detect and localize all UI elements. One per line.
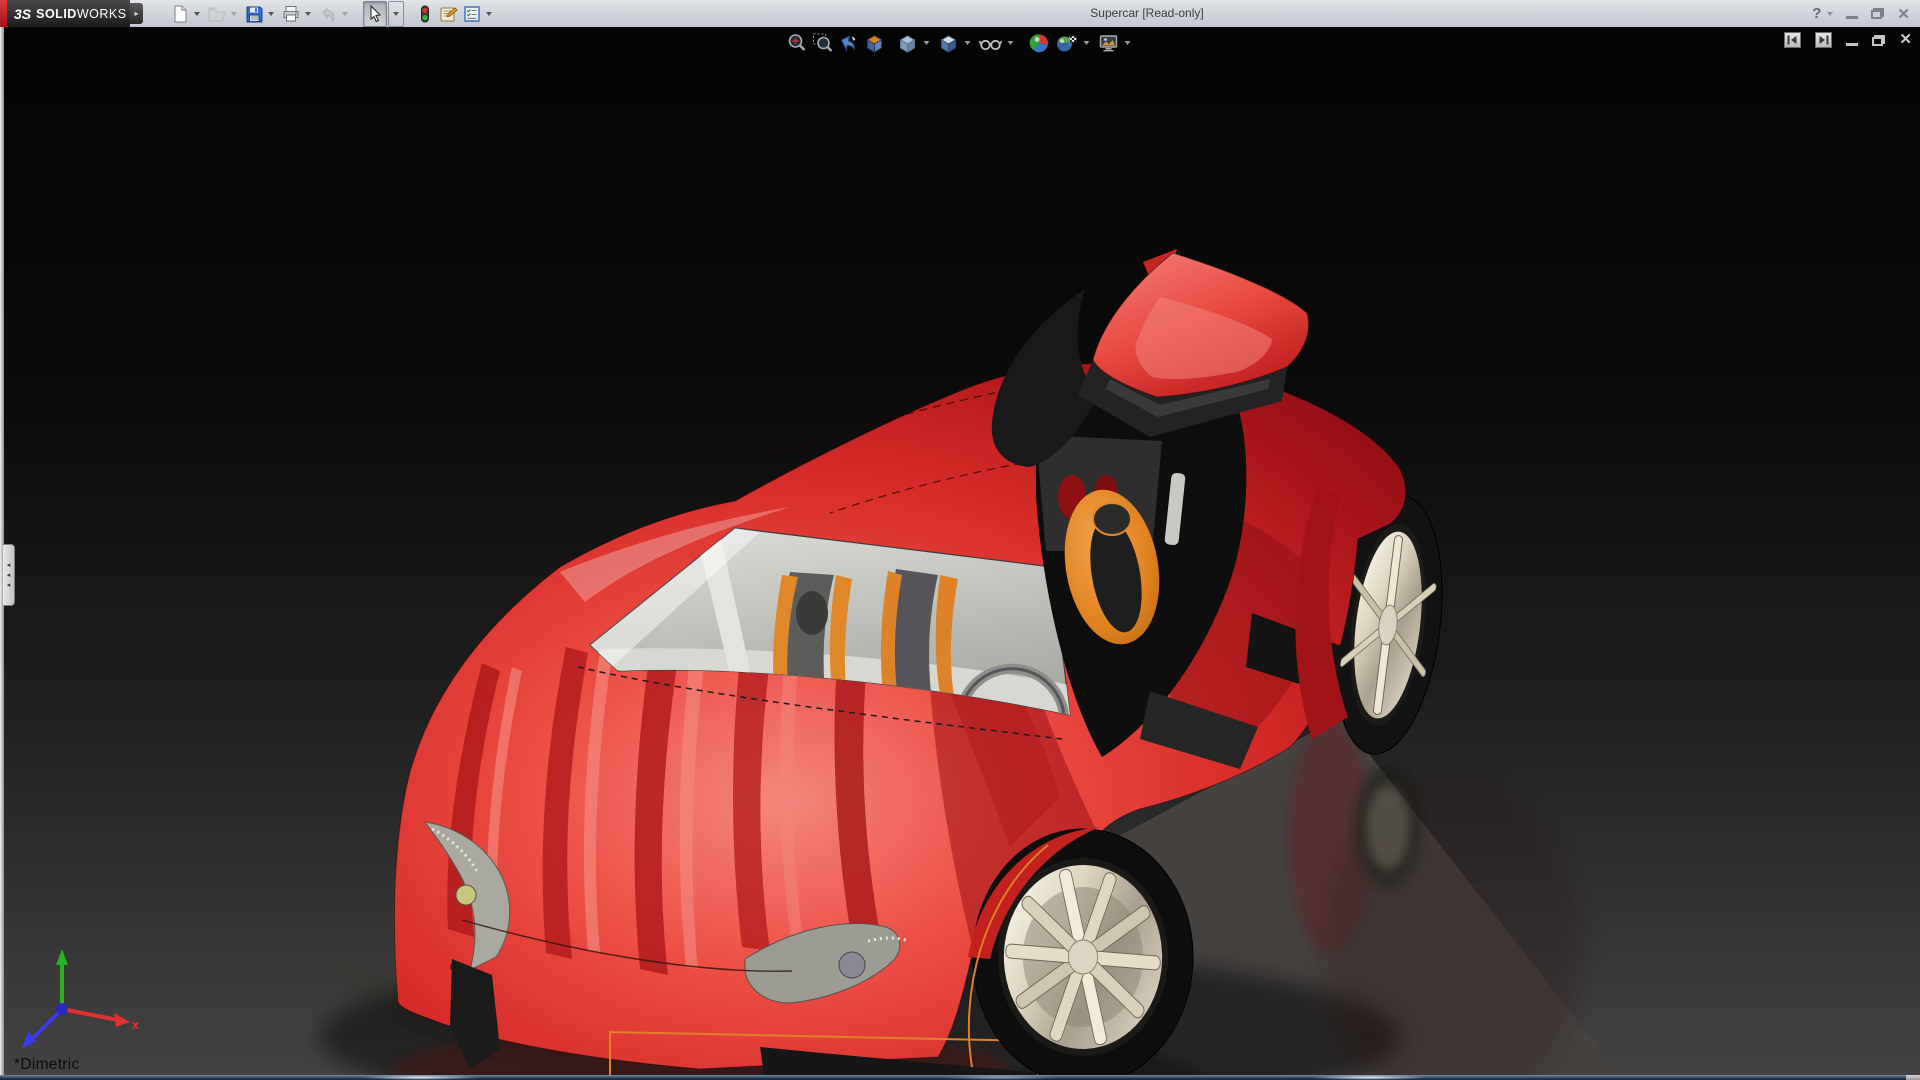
chevron-down-icon[interactable] — [268, 11, 274, 16]
chevron-down-icon[interactable] — [393, 11, 399, 16]
chevron-down-icon[interactable] — [964, 41, 971, 45]
appearance-sphere-icon — [1029, 34, 1048, 53]
chevron-down-icon — [231, 11, 237, 16]
notebook-pencil-icon — [440, 6, 458, 21]
print-button[interactable] — [279, 1, 316, 27]
section-view-button[interactable] — [862, 31, 888, 55]
window-controls: ? ✕ — [1812, 0, 1910, 27]
graphics-viewport[interactable]: ✕ ◂ ◂ ◂ x *Dimetric — [0, 27, 1920, 1075]
checklist-icon — [464, 5, 480, 22]
chevron-down-icon[interactable] — [923, 41, 930, 45]
view-cube-icon — [899, 35, 916, 53]
display-style-icon — [940, 35, 957, 53]
view-settings-button[interactable] — [1096, 31, 1137, 55]
design-binder-button[interactable] — [436, 1, 460, 27]
chevron-down-icon[interactable] — [1827, 11, 1834, 16]
x-axis-label: x — [132, 1017, 140, 1032]
pane-right-button[interactable] — [1815, 32, 1833, 48]
z-axis-arrow — [22, 1031, 36, 1049]
apply-scene-button[interactable] — [1053, 31, 1096, 55]
chevron-down-icon[interactable] — [1124, 41, 1131, 45]
section-view-icon — [866, 35, 883, 53]
previous-view-button[interactable] — [836, 31, 862, 55]
zoom-to-fit-button[interactable] — [784, 31, 810, 55]
close-button[interactable]: ✕ — [1897, 5, 1910, 23]
edit-appearance-button[interactable] — [1027, 31, 1053, 55]
select-dropdown[interactable] — [388, 0, 404, 27]
zoom-area-icon — [813, 33, 833, 52]
save-button[interactable] — [242, 1, 279, 27]
view-settings-icon — [1099, 35, 1118, 52]
triangle-left-icon: ◂ — [6, 561, 11, 569]
brand-name: SOLIDWORKS — [36, 6, 127, 21]
taskbar-glow — [940, 1075, 1060, 1080]
display-style-button[interactable] — [936, 31, 977, 55]
reference-triad: x — [22, 949, 140, 1049]
title-bar: 3S SOLIDWORKS ▸ Supercar [Read-only] ? ✕ — [0, 0, 1920, 28]
minimize-button[interactable] — [1846, 16, 1859, 19]
doc-minimize-button[interactable] — [1846, 42, 1859, 46]
triangle-left-icon: ◂ — [6, 581, 11, 589]
eyeglasses-icon — [978, 39, 1003, 51]
pane-expand-right-icon — [1819, 35, 1829, 45]
chevron-down-icon[interactable] — [1007, 41, 1014, 45]
x-axis-arrow — [114, 1013, 130, 1027]
pane-collapse-left-icon — [1787, 35, 1797, 45]
document-window-controls: ✕ — [1784, 32, 1912, 48]
3ds-logo-icon: 3S — [14, 5, 32, 22]
new-button[interactable] — [168, 1, 205, 27]
options-button[interactable] — [460, 1, 497, 27]
selection-filter-button[interactable] — [414, 1, 436, 27]
scene-sphere-flag-icon — [1057, 35, 1077, 52]
taskbar-edge — [0, 1075, 1920, 1080]
resize-grip[interactable] — [1906, 1075, 1920, 1080]
undo-arrow-icon — [322, 6, 335, 22]
hide-show-items-button[interactable] — [977, 31, 1020, 55]
taskbar-glow — [1310, 1075, 1430, 1080]
pane-left-button[interactable] — [1784, 32, 1802, 48]
cursor-arrow-icon — [370, 4, 382, 22]
doc-restore-button[interactable] — [1872, 34, 1886, 46]
chevron-down-icon[interactable] — [305, 11, 311, 16]
new-document-icon — [174, 5, 187, 22]
help-button[interactable]: ? — [1812, 5, 1821, 22]
view-orientation-label: *Dimetric — [14, 1056, 80, 1073]
save-floppy-icon — [246, 6, 263, 22]
panel-expander-tab[interactable]: ◂ ◂ ◂ — [3, 544, 15, 606]
document-title: Supercar [Read-only] — [1090, 6, 1204, 20]
solidworks-logo: 3S SOLIDWORKS — [0, 0, 130, 27]
standard-toolbar — [168, 0, 497, 27]
printer-icon — [283, 5, 299, 21]
open-folder-icon — [208, 7, 226, 21]
view-orientation-button[interactable] — [895, 31, 936, 55]
logo-red-stripe — [0, 0, 7, 27]
y-axis-arrow — [56, 949, 68, 965]
restore-button[interactable] — [1871, 8, 1885, 19]
chevron-down-icon[interactable] — [486, 11, 492, 16]
previous-view-icon — [840, 35, 856, 52]
supercar-3d-model[interactable] — [0, 27, 1920, 1075]
select-button[interactable] — [363, 0, 387, 27]
chevron-down-icon[interactable] — [1083, 41, 1090, 45]
headsup-view-toolbar — [784, 30, 1137, 56]
triangle-left-icon: ◂ — [6, 571, 11, 579]
zoom-fit-icon — [788, 34, 806, 51]
solidworks-window: 3S SOLIDWORKS ▸ Supercar [Read-only] ? ✕… — [0, 0, 1920, 1080]
undo-button[interactable] — [316, 1, 353, 27]
traffic-light-icon — [421, 5, 429, 22]
taskbar-glow — [360, 1075, 480, 1080]
chevron-down-icon[interactable] — [194, 11, 200, 16]
menu-flyout-arrow[interactable]: ▸ — [130, 3, 143, 24]
chevron-down-icon — [342, 11, 348, 16]
zoom-to-area-button[interactable] — [810, 31, 836, 55]
open-button[interactable] — [205, 1, 242, 27]
doc-close-button[interactable]: ✕ — [1899, 32, 1912, 47]
